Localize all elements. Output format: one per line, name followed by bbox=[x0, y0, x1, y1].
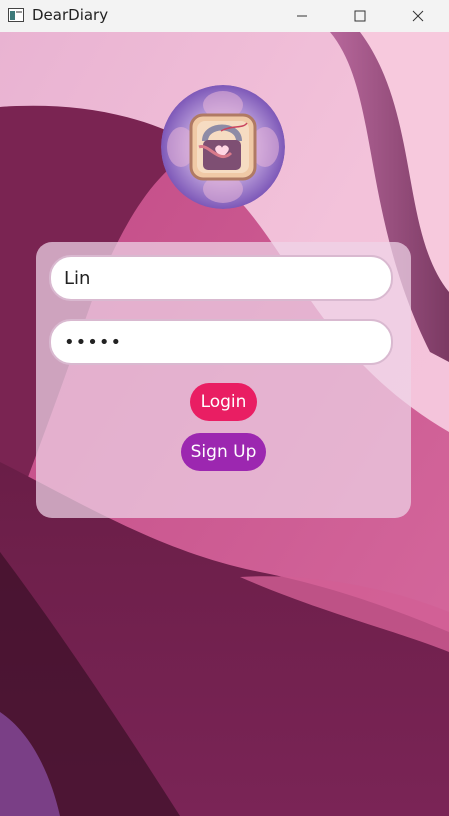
sign-up-button[interactable]: Sign Up bbox=[181, 433, 266, 471]
close-button[interactable] bbox=[389, 0, 447, 32]
padlock-logo bbox=[161, 85, 285, 209]
username-input[interactable]: Lin bbox=[49, 255, 393, 301]
login-button[interactable]: Login bbox=[190, 383, 257, 421]
login-card: Lin ••••• Login Sign Up bbox=[36, 242, 411, 518]
minimize-icon bbox=[297, 15, 307, 17]
app-logo bbox=[161, 85, 285, 209]
maximize-icon bbox=[354, 10, 366, 22]
window-title: DearDiary bbox=[32, 6, 109, 24]
close-icon bbox=[412, 10, 424, 22]
maximize-button[interactable] bbox=[331, 0, 389, 32]
minimize-button[interactable] bbox=[273, 0, 331, 32]
app-icon bbox=[8, 8, 24, 22]
username-value: Lin bbox=[64, 268, 91, 289]
title-bar: DearDiary bbox=[0, 0, 449, 32]
password-value: ••••• bbox=[64, 332, 123, 353]
password-input[interactable]: ••••• bbox=[49, 319, 393, 365]
